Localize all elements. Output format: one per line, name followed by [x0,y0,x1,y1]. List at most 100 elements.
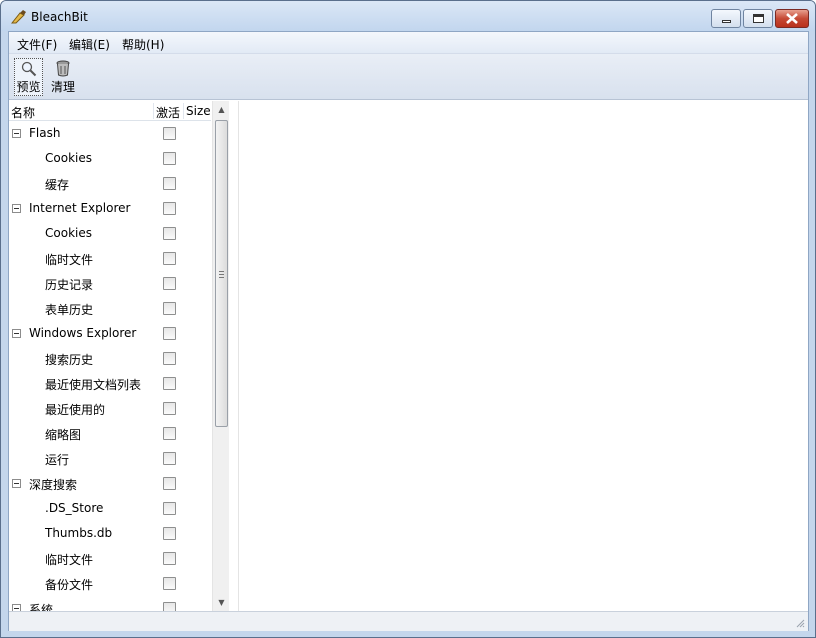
menu-file[interactable]: 文件(F) [17,36,57,53]
menu-edit[interactable]: 编辑(E) [69,36,110,53]
bleachbit-window: BleachBit 文件(F) 编辑(E) 帮助(H) 预览 清理 名称 激活 … [0,0,816,638]
active-checkbox[interactable] [163,152,176,165]
tree-row[interactable]: .DS_Store [9,496,211,521]
tree-row[interactable]: 备份文件 [9,571,211,596]
active-checkbox[interactable] [163,477,176,490]
scroll-thumb[interactable] [215,120,228,427]
client-area: 文件(F) 编辑(E) 帮助(H) 预览 清理 名称 激活 Size Flash… [8,31,809,631]
tree-row-label: 缓存 [45,178,70,192]
magnifier-icon [21,61,36,77]
tree-row[interactable]: Internet Explorer [9,196,211,221]
maximize-icon [752,14,764,23]
tree-row-label: Flash [29,126,61,140]
column-name-header[interactable]: 名称 [11,104,35,121]
tree-row[interactable]: 临时文件 [9,246,211,271]
active-checkbox[interactable] [163,252,176,265]
active-checkbox[interactable] [163,377,176,390]
tree-row[interactable]: 缩略图 [9,421,211,446]
tree-row[interactable]: 运行 [9,446,211,471]
tree-row-label: Thumbs.db [45,526,113,540]
tree-row[interactable]: Windows Explorer [9,321,211,346]
maximize-button[interactable] [743,9,773,28]
collapse-icon[interactable] [12,604,21,611]
trash-can-icon [56,60,70,77]
tree-row-label: 运行 [45,453,70,467]
active-checkbox[interactable] [163,577,176,590]
tree-row[interactable]: 搜索历史 [9,346,211,371]
tree-row[interactable]: Cookies [9,221,211,246]
tree-row-label: .DS_Store [45,501,104,515]
tree-row-label: Windows Explorer [29,326,137,340]
tree-row[interactable]: 深度搜索 [9,471,211,496]
tree-row[interactable]: 系统 [9,596,211,611]
column-size-header[interactable]: Size [186,104,211,118]
tree-row[interactable]: 临时文件 [9,546,211,571]
output-pane[interactable] [238,101,808,611]
scroll-up-arrow-icon[interactable]: ▲ [213,101,230,118]
tree-row-label: Internet Explorer [29,201,131,215]
active-checkbox[interactable] [163,202,176,215]
tree-row-label: 最近使用的 [45,403,106,417]
active-checkbox[interactable] [163,552,176,565]
collapse-icon[interactable] [12,479,21,488]
menu-bar: 文件(F) 编辑(E) 帮助(H) [9,32,808,54]
tree-row[interactable]: 缓存 [9,171,211,196]
grip-icon [219,271,224,278]
tree-row-label: 缩略图 [45,428,82,442]
active-checkbox[interactable] [163,327,176,340]
tree-row[interactable]: 最近使用文档列表 [9,371,211,396]
collapse-icon[interactable] [12,329,21,338]
close-button[interactable] [775,9,809,28]
toolbar: 预览 清理 [9,54,808,100]
preview-button[interactable]: 预览 [14,58,43,96]
tree-row-label: Cookies [45,151,92,165]
tree-row-label: 临时文件 [45,553,94,567]
minimize-button[interactable] [711,9,741,28]
collapse-icon[interactable] [12,204,21,213]
tree-row-label: 搜索历史 [45,353,94,367]
tree-row[interactable]: 表单历史 [9,296,211,321]
tree-row[interactable]: 历史记录 [9,271,211,296]
tree-scrollbar[interactable]: ▲ ▼ [212,101,229,611]
tree-row[interactable]: 最近使用的 [9,396,211,421]
tree-row-label: 深度搜索 [29,478,78,492]
clean-label: 清理 [50,80,75,94]
active-checkbox[interactable] [163,402,176,415]
active-checkbox[interactable] [163,502,176,515]
window-title: BleachBit [31,10,88,24]
column-separator[interactable] [153,103,154,119]
active-checkbox[interactable] [163,277,176,290]
resize-grip-icon[interactable] [795,618,805,628]
active-checkbox[interactable] [163,302,176,315]
close-icon [786,13,798,24]
active-checkbox[interactable] [163,227,176,240]
active-checkbox[interactable] [163,527,176,540]
active-checkbox[interactable] [163,602,176,611]
status-bar [9,611,808,631]
tree-row-label: 临时文件 [45,253,94,267]
active-checkbox[interactable] [163,127,176,140]
column-active-header[interactable]: 激活 [156,104,180,121]
active-checkbox[interactable] [163,427,176,440]
bleachbit-app-icon [11,10,26,24]
cleaner-tree-panel: 名称 激活 Size Flash Cookies 缓存 Internet Explor… [9,101,229,611]
active-checkbox[interactable] [163,452,176,465]
tree-column-header: 名称 激活 Size [9,101,211,121]
menu-help[interactable]: 帮助(H) [122,36,164,53]
tree-row[interactable]: Flash [9,121,211,146]
column-separator[interactable] [183,103,184,119]
cleaner-tree: Flash Cookies 缓存 Internet Explorer Cookies 临时… [9,121,211,611]
active-checkbox[interactable] [163,177,176,190]
title-bar[interactable]: BleachBit [1,1,815,31]
tree-row[interactable]: Thumbs.db [9,521,211,546]
tree-row-label: 备份文件 [45,578,94,592]
scroll-down-arrow-icon[interactable]: ▼ [213,594,230,611]
preview-label: 预览 [16,80,41,94]
tree-row-label: 最近使用文档列表 [45,378,142,392]
active-checkbox[interactable] [163,352,176,365]
clean-button[interactable]: 清理 [47,58,79,96]
tree-row[interactable]: Cookies [9,146,211,171]
minimize-icon [721,20,731,23]
collapse-icon[interactable] [12,129,21,138]
tree-row-label: 历史记录 [45,278,94,292]
